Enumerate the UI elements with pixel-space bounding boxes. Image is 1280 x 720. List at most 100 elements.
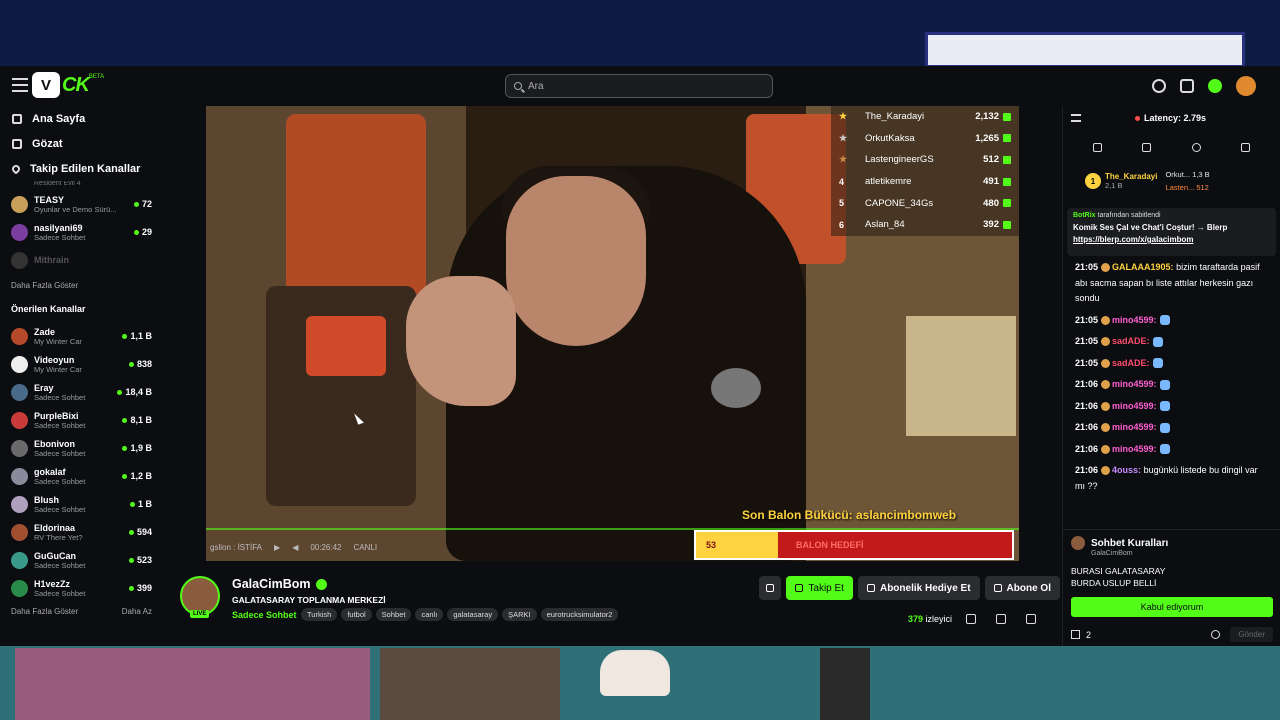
leaderboard-amount: 1,265: [975, 132, 999, 144]
hourglass-icon[interactable]: [1240, 142, 1250, 152]
message-username[interactable]: GALAAA1905:: [1112, 262, 1174, 272]
message-username[interactable]: mino4599:: [1112, 379, 1157, 389]
live-indicator: CANLI: [353, 543, 378, 552]
channel-viewers: 1,9 B: [122, 443, 152, 453]
leaderboard-name: LastengineerGS: [865, 154, 934, 166]
accept-rules-button[interactable]: Kabul ediyorum: [1071, 597, 1273, 617]
follow-button[interactable]: Takip Et: [786, 576, 853, 600]
pin-icon[interactable]: [1093, 142, 1103, 152]
chat-panel: Latency: 2.79s 1 The_Karadayi 2,1 B Orkut…: [1062, 106, 1280, 646]
trash-icon[interactable]: [1142, 142, 1152, 152]
pinned-link[interactable]: https://blerp.com/x/galacimbom: [1073, 235, 1193, 244]
tag[interactable]: ŞARKI: [502, 608, 537, 621]
stream-secondary-actions: [966, 614, 1036, 624]
clip-icon[interactable]: [1026, 614, 1036, 624]
leaderboard-row: 6 Aslan_84 392: [831, 214, 1019, 236]
stream-category[interactable]: Sadece Sohbet: [232, 610, 297, 620]
play-icon[interactable]: ▶: [274, 543, 280, 552]
top-gifter-2[interactable]: Orkut... 1,3 B: [1165, 168, 1209, 181]
tag[interactable]: futbol: [341, 608, 372, 621]
leaderboard-amount: 480: [983, 197, 999, 209]
user-avatar[interactable]: [1236, 76, 1256, 96]
top-gifter-1[interactable]: 1 The_Karadayi 2,1 B: [1085, 172, 1157, 190]
message-username[interactable]: mino4599:: [1112, 315, 1157, 325]
chat-messages: 21:05 GALAAA1905: bizim taraftarda pasif …: [1063, 256, 1280, 494]
tag[interactable]: Sohbet: [375, 608, 412, 621]
leaderboard-rank: 4: [839, 176, 845, 187]
chat-message: 21:06 mino4599:: [1075, 399, 1270, 415]
followed-channel[interactable]: TEASY Oyunlar ve Demo Sürü... 72: [0, 190, 163, 218]
kick-app-window: V CK BETA Ara Ana Sayfa Gözat Takip Edil…: [0, 66, 1280, 646]
chat-bubble-icon[interactable]: [1191, 142, 1201, 152]
message-username[interactable]: 4ouss:: [1112, 465, 1141, 475]
message-username[interactable]: mino4599:: [1112, 422, 1157, 432]
recommended-channel[interactable]: gokalaf Sadece Sohbet 1,2 B: [0, 462, 163, 490]
recommended-channel[interactable]: Zade My Winter Car 1,1 B: [0, 322, 163, 350]
hamburger-menu-icon[interactable]: [12, 78, 28, 92]
nav-home[interactable]: Ana Sayfa: [0, 106, 163, 131]
subscribe-button[interactable]: Abone Ol: [984, 576, 1060, 600]
show-more-link[interactable]: Daha Fazla Göster: [0, 274, 163, 298]
emote-icon[interactable]: [1211, 630, 1221, 639]
recommended-channel[interactable]: Eray Sadece Sohbet 18,4 B: [0, 378, 163, 406]
channel-category: Sadece Sohbet: [34, 420, 86, 430]
followed-channel[interactable]: Mithrain: [0, 246, 163, 274]
send-button[interactable]: Gönder: [1230, 627, 1273, 642]
butterfly-emote-icon: [1152, 336, 1163, 347]
latency-indicator: Latency: 2.79s: [1135, 113, 1206, 123]
viewer-count-label: izleyici: [925, 614, 952, 624]
recommended-channel[interactable]: Blush Sadece Sohbet 1 B: [0, 490, 163, 518]
volume-icon[interactable]: ◀: [292, 543, 298, 552]
kick-coin-icon[interactable]: [1208, 79, 1222, 93]
top-gifter-3[interactable]: Lasten... 512: [1165, 181, 1209, 194]
channel-name: gokalaf: [34, 466, 66, 477]
viewer-count: 379 izleyici: [908, 614, 952, 624]
tag[interactable]: canlı: [415, 608, 444, 621]
channel-name: PurpleBixi: [34, 410, 79, 421]
followed-channels: TEASY Oyunlar ve Demo Sürü... 72 nasilyani…: [0, 190, 163, 274]
site-logo[interactable]: V CK BETA: [32, 70, 104, 100]
video-player[interactable]: ★ The_Karadayi 2,132 ★ OrkutKaksa 1,265 ★ Las…: [206, 106, 1019, 561]
recommended-channel[interactable]: H1vezZz Sadece Sohbet 399: [0, 574, 163, 602]
video-scene-hand: [406, 276, 516, 406]
tag[interactable]: eurotrucksimulator2: [540, 608, 619, 621]
message-username[interactable]: mino4599:: [1112, 401, 1157, 411]
channel-viewers: 1,1 B: [122, 331, 152, 341]
message-username[interactable]: mino4599:: [1112, 444, 1157, 454]
share-icon[interactable]: [966, 614, 976, 624]
chat-user-count: 2: [1086, 629, 1092, 640]
heart-icon: [10, 162, 22, 175]
gift-icon: [1003, 155, 1011, 164]
followed-channel[interactable]: nasilyani69 Sadece Sohbet 29: [0, 218, 163, 246]
leaderboard-row: 5 CAPONE_34Gs 480: [831, 192, 1019, 214]
recommended-channel[interactable]: Eldorinaa RV There Yet? 594: [0, 518, 163, 546]
chat-footer: 2 Gönder: [1071, 627, 1273, 642]
recommended-channel[interactable]: Videoyun My Winter Car 838: [0, 350, 163, 378]
user-badge-icon: [1101, 337, 1111, 347]
show-less-recommended[interactable]: Daha Az: [122, 602, 152, 622]
nav-following[interactable]: Takip Edilen Kanallar: [0, 156, 163, 181]
notification-button[interactable]: [759, 576, 782, 600]
message-time: 21:05: [1075, 336, 1099, 346]
report-icon[interactable]: [996, 614, 1006, 624]
channel-avatar: [11, 551, 28, 569]
channel-title-row: GalaCimBom: [232, 577, 327, 591]
message-username[interactable]: sadADE:: [1112, 336, 1150, 346]
clock-icon[interactable]: [1152, 79, 1166, 93]
recommended-channel[interactable]: PurpleBixi Sadece Sohbet 8,1 B: [0, 406, 163, 434]
wallet-icon[interactable]: [1180, 79, 1194, 93]
message-username[interactable]: sadADE:: [1112, 358, 1150, 368]
video-scene-microphone: [711, 368, 761, 408]
recommended-channel[interactable]: GuGuCan Sadece Sohbet 523: [0, 546, 163, 574]
recommended-channel[interactable]: Ebonivon Sadece Sohbet 1,9 B: [0, 434, 163, 462]
search-input[interactable]: Ara: [505, 74, 773, 98]
tag[interactable]: galatasaray: [447, 608, 499, 621]
nav-browse[interactable]: Gözat: [0, 131, 163, 156]
show-more-recommended[interactable]: Daha Fazla Göster: [11, 602, 78, 622]
gift-sub-button[interactable]: Abonelik Hediye Et: [857, 576, 980, 600]
chat-message: 21:06 mino4599:: [1075, 442, 1270, 458]
tag[interactable]: Turkish: [301, 608, 338, 621]
channel-name[interactable]: GalaCimBom: [232, 577, 311, 591]
collapse-chat-icon[interactable]: [1071, 114, 1081, 122]
goal-number: 53: [706, 540, 717, 550]
